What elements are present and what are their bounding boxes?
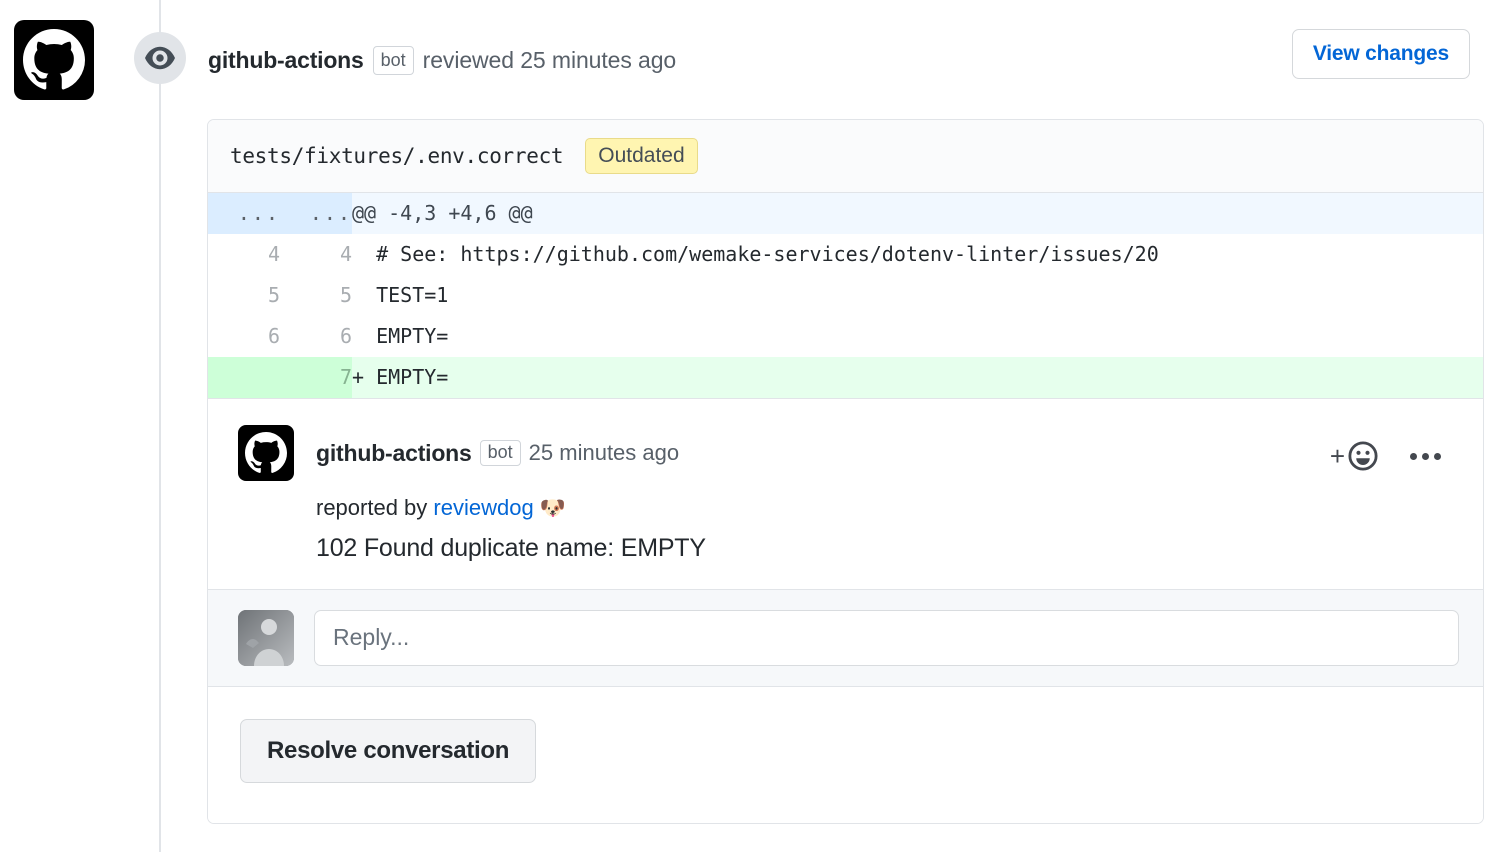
- diff-row-context[interactable]: 6 6 EMPTY=: [208, 316, 1483, 357]
- old-line-number: 4: [208, 234, 280, 275]
- diff-code: @@ -4,3 +4,6 @@: [352, 193, 1483, 234]
- new-line-number: 6: [280, 316, 352, 357]
- diff-file-header: tests/fixtures/.env.correct Outdated: [208, 120, 1483, 193]
- kebab-menu-icon[interactable]: [1408, 447, 1443, 466]
- old-line-number: [208, 357, 280, 398]
- github-octocat-icon[interactable]: [238, 425, 294, 481]
- smiley-plus-icon[interactable]: +: [1330, 441, 1378, 471]
- comment-header: github-actions bot 25 minutes ago: [238, 425, 1459, 481]
- diff-row-addition[interactable]: 7 + EMPTY=: [208, 357, 1483, 398]
- kebab-dot: [1410, 453, 1417, 460]
- diff-table: ... ... @@ -4,3 +4,6 @@ 4 4 # See: https…: [208, 193, 1483, 398]
- reported-by-line: reported by reviewdog 🐶: [316, 491, 1459, 525]
- kebab-dot: [1422, 453, 1429, 460]
- comment-body: reported by reviewdog 🐶 102 Found duplic…: [316, 491, 1459, 563]
- diff-body: ... ... @@ -4,3 +4,6 @@ 4 4 # See: https…: [208, 193, 1483, 398]
- finding-message: 102 Found duplicate name: EMPTY: [316, 534, 1459, 563]
- file-path[interactable]: tests/fixtures/.env.correct: [230, 144, 563, 168]
- resolve-area: Resolve conversation: [208, 687, 1483, 823]
- new-line-number: 5: [280, 275, 352, 316]
- eye-icon: [134, 32, 186, 84]
- comment-author[interactable]: github-actions: [316, 440, 472, 467]
- reply-strip: [208, 590, 1483, 687]
- timeline-rail: [159, 0, 161, 852]
- github-octocat-icon[interactable]: [14, 20, 94, 100]
- reply-input[interactable]: [314, 610, 1459, 666]
- diff-code: TEST=1: [352, 275, 1483, 316]
- reviewdog-link[interactable]: reviewdog: [433, 495, 533, 520]
- old-line-number: 5: [208, 275, 280, 316]
- new-line-number: 7: [280, 357, 352, 398]
- old-line-number: 6: [208, 316, 280, 357]
- new-line-number: ...: [280, 193, 352, 234]
- diff-code: # See: https://github.com/wemake-service…: [352, 234, 1483, 275]
- review-actor-name[interactable]: github-actions: [208, 47, 364, 74]
- diff-row-hunk[interactable]: ... ... @@ -4,3 +4,6 @@: [208, 193, 1483, 234]
- dog-face-icon: 🐶: [540, 497, 566, 520]
- bot-badge: bot: [480, 440, 521, 466]
- plus-icon: +: [1330, 443, 1345, 469]
- new-line-number: 4: [280, 234, 352, 275]
- reported-by-prefix: reported by: [316, 495, 433, 520]
- diff-container: ... ... @@ -4,3 +4,6 @@ 4 4 # See: https…: [208, 193, 1483, 399]
- comment-timestamp[interactable]: 25 minutes ago: [529, 440, 679, 466]
- review-action-text: reviewed 25 minutes ago: [423, 47, 676, 74]
- review-thread-box: tests/fixtures/.env.correct Outdated ...…: [207, 119, 1484, 824]
- old-line-number: ...: [208, 193, 280, 234]
- diff-code: + EMPTY=: [352, 357, 1483, 398]
- kebab-dot: [1434, 453, 1441, 460]
- review-comment: github-actions bot 25 minutes ago +: [208, 399, 1483, 590]
- diff-row-context[interactable]: 5 5 TEST=1: [208, 275, 1483, 316]
- view-changes-button[interactable]: View changes: [1292, 29, 1470, 79]
- avatar[interactable]: [238, 610, 294, 666]
- bot-badge: bot: [373, 46, 414, 75]
- diff-code: EMPTY=: [352, 316, 1483, 357]
- comment-actions: +: [1330, 441, 1443, 471]
- status-badge: Outdated: [585, 138, 697, 174]
- diff-row-context[interactable]: 4 4 # See: https://github.com/wemake-ser…: [208, 234, 1483, 275]
- resolve-conversation-button[interactable]: Resolve conversation: [240, 719, 536, 783]
